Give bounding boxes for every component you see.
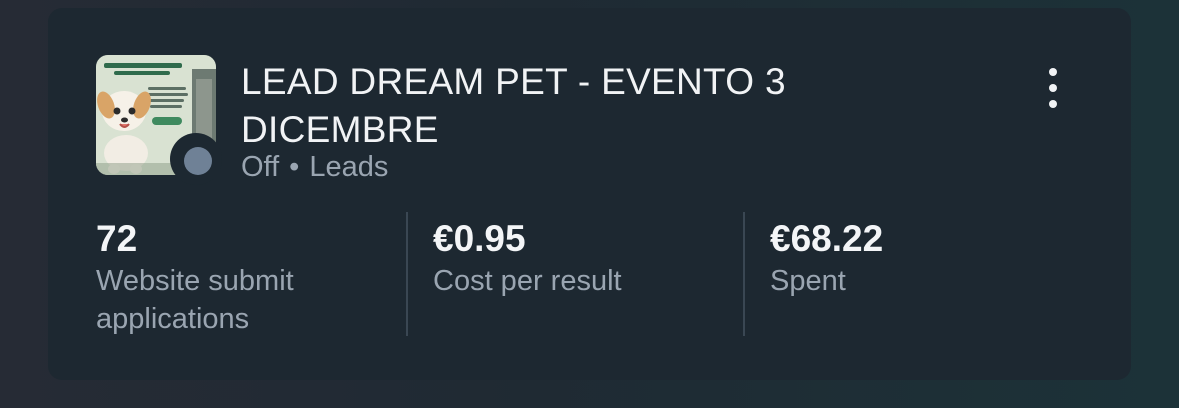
- metric-value: €0.95: [433, 218, 526, 259]
- campaign-title[interactable]: LEAD DREAM PET - EVENTO 3 DICEMBRE: [241, 58, 961, 154]
- more-vertical-icon-dot: [1049, 100, 1057, 108]
- metric-divider: [406, 212, 408, 336]
- metric-label: Spent: [770, 265, 846, 297]
- campaign-status: Off: [241, 151, 280, 183]
- campaign-subtitle: Off • Leads: [241, 149, 388, 185]
- metric-cost-per-result[interactable]: €0.95 Cost per result: [433, 212, 723, 338]
- metric-divider: [743, 212, 745, 336]
- metrics-row: 72 Website submit applications €0.95 Cos…: [96, 212, 1096, 338]
- separator-dot: •: [289, 151, 300, 183]
- metric-label: Cost per result: [433, 265, 622, 297]
- campaign-objective: Leads: [309, 151, 389, 183]
- more-vertical-icon-dot: [1049, 68, 1057, 76]
- campaign-card[interactable]: LEAD DREAM PET - EVENTO 3 DICEMBRE Off • L…: [48, 8, 1131, 380]
- metric-label: Website submit applications: [96, 265, 294, 335]
- metric-value: €68.22: [770, 218, 884, 259]
- metric-results[interactable]: 72 Website submit applications: [96, 212, 396, 338]
- more-options-button[interactable]: [1036, 63, 1070, 113]
- metric-value: 72: [96, 218, 138, 259]
- metric-spent[interactable]: €68.22 Spent: [770, 212, 1060, 338]
- more-vertical-icon-dot: [1049, 84, 1057, 92]
- status-dot-icon: [184, 147, 212, 175]
- ad-thumbnail[interactable]: [96, 55, 222, 185]
